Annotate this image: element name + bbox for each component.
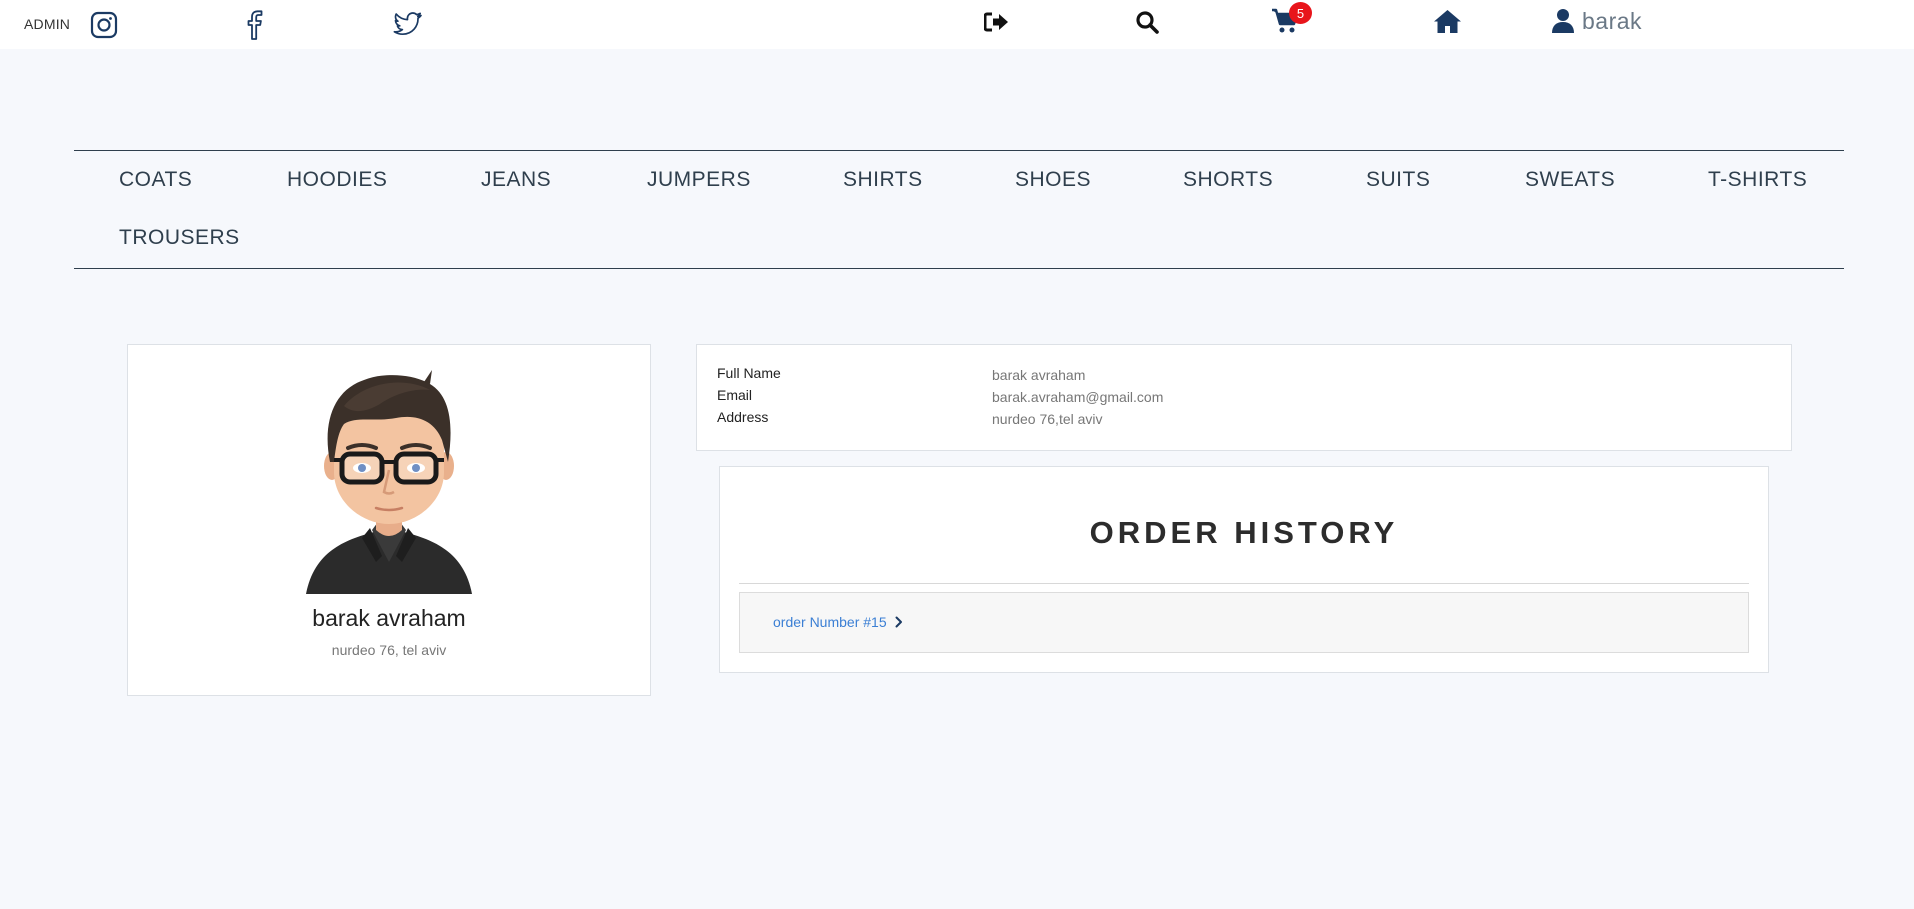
profile-card: barak avraham nurdeo 76, tel aviv	[127, 344, 651, 696]
instagram-icon[interactable]	[89, 10, 119, 40]
nav-item-coats[interactable]: COATS	[119, 168, 192, 192]
order-label: order Number #15	[773, 614, 887, 630]
nav-item-hoodies[interactable]: HOODIES	[287, 168, 387, 192]
email-label: Email	[717, 387, 753, 403]
full-name-label: Full Name	[717, 365, 781, 381]
list-item: order Number #15	[739, 592, 1749, 653]
email-value: barak.avraham@gmail.com	[992, 389, 1164, 405]
nav-item-shirts[interactable]: SHIRTS	[843, 168, 923, 192]
admin-link[interactable]: ADMIN	[24, 16, 70, 32]
address-value: nurdeo 76,tel aviv	[992, 411, 1103, 427]
divider	[739, 583, 1749, 584]
profile-name: barak avraham	[312, 605, 466, 631]
profile-address: nurdeo 76, tel aviv	[331, 642, 447, 658]
user-icon[interactable]	[1551, 7, 1575, 35]
cart-count-badge: 5	[1289, 2, 1312, 24]
nav-item-sweats[interactable]: SWEATS	[1525, 168, 1615, 192]
nav-item-shorts[interactable]: SHORTS	[1183, 168, 1273, 192]
order-history-card: ORDER HISTORY order Number #15	[719, 466, 1769, 673]
nav-item-jumpers[interactable]: JUMPERS	[647, 168, 751, 192]
twitter-icon[interactable]	[391, 10, 423, 40]
nav-item-trousers[interactable]: TROUSERS	[119, 226, 240, 250]
nav-item-jeans[interactable]: JEANS	[481, 168, 551, 192]
user-details-card: Full Name barak avraham Email barak.avra…	[696, 344, 1792, 451]
avatar	[304, 362, 474, 594]
order-link[interactable]: order Number #15	[773, 614, 903, 630]
nav-item-shoes[interactable]: SHOES	[1015, 168, 1091, 192]
nav-item-suits[interactable]: SUITS	[1366, 168, 1430, 192]
full-name-value: barak avraham	[992, 367, 1086, 383]
facebook-icon[interactable]	[244, 10, 266, 40]
nav-item-t-shirts[interactable]: T-SHIRTS	[1708, 168, 1807, 192]
category-nav: COATS HOODIES JEANS JUMPERS SHIRTS SHOES…	[74, 150, 1844, 269]
search-icon[interactable]	[1134, 9, 1160, 35]
top-bar: ADMIN 5 barak	[0, 0, 1914, 49]
order-history-title: ORDER HISTORY	[1089, 515, 1399, 550]
chevron-right-icon	[895, 616, 902, 628]
user-name[interactable]: barak	[1582, 8, 1642, 35]
logout-icon[interactable]	[983, 10, 1009, 34]
address-label: Address	[717, 409, 769, 425]
home-icon[interactable]	[1432, 7, 1462, 35]
